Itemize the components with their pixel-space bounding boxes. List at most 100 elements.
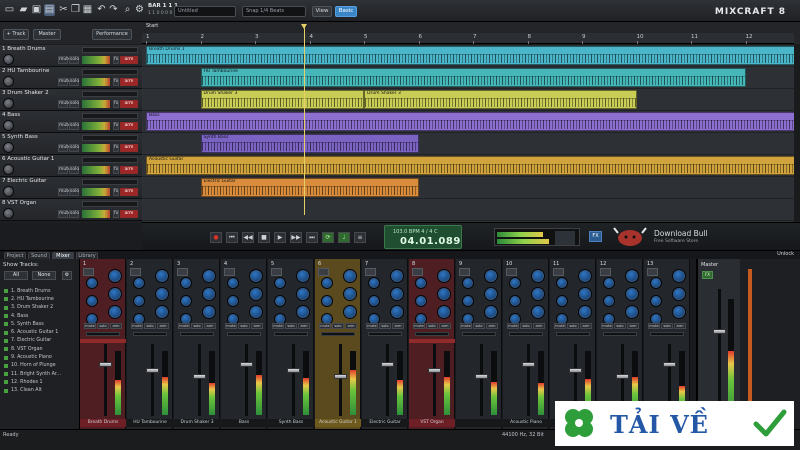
track-visible-checkbox[interactable] (4, 322, 8, 327)
strip-eq-knob[interactable] (437, 305, 451, 319)
strip-send-knob[interactable] (415, 277, 427, 289)
track-pan-knob[interactable] (3, 98, 14, 109)
strip-pan-slider[interactable] (462, 332, 496, 336)
show-track-item[interactable]: 12. Rhodes 1 (4, 378, 76, 386)
strip-eq-knob[interactable] (625, 305, 639, 319)
track-volume-slider[interactable] (82, 179, 138, 185)
track-visible-checkbox[interactable] (4, 380, 8, 385)
strip-eq-knob[interactable] (202, 269, 216, 283)
cut-icon[interactable]: ✂ (58, 4, 69, 16)
strip-fx-slot[interactable] (412, 268, 423, 276)
strip-send-knob[interactable] (509, 295, 521, 307)
fx-button[interactable]: fx (113, 210, 119, 218)
rewind-start-button[interactable]: ⏮ (226, 232, 238, 243)
strip-eq-knob[interactable] (390, 305, 404, 319)
strip-pan-slider[interactable] (650, 332, 684, 336)
show-track-item[interactable]: 3. Drum Shaker 2 (4, 304, 76, 312)
strip-send-knob[interactable] (274, 277, 286, 289)
strip-send-knob[interactable] (274, 295, 286, 307)
track-visible-checkbox[interactable] (4, 297, 8, 302)
strip-eq-knob[interactable] (437, 287, 451, 301)
strip-solo-button[interactable]: solo (520, 323, 532, 329)
strip-fader-track[interactable] (381, 344, 394, 416)
strip-name[interactable]: Acoustic Piano (503, 419, 549, 427)
strip-arm-button[interactable]: arm (580, 323, 592, 329)
strip-eq-knob[interactable] (296, 287, 310, 301)
tuner-button[interactable]: ≡ (354, 232, 366, 243)
arm-button[interactable]: arm (120, 166, 138, 174)
strip-arm-button[interactable]: arm (110, 323, 122, 329)
strip-pan-slider[interactable] (274, 332, 308, 336)
strip-mute-button[interactable]: mute (366, 323, 378, 329)
strip-mute-button[interactable]: mute (554, 323, 566, 329)
strip-fx-slot[interactable] (600, 268, 611, 276)
strip-eq-knob[interactable] (578, 287, 592, 301)
strip-solo-button[interactable]: solo (285, 323, 297, 329)
strip-fader-handle[interactable] (287, 368, 300, 373)
track-name[interactable]: 1 Breath Drums (2, 46, 46, 52)
audio-clip[interactable]: Synth Bass (200, 134, 419, 153)
basic-button[interactable]: Basic (335, 6, 357, 17)
strip-solo-button[interactable]: solo (379, 323, 391, 329)
strip-solo-button[interactable]: solo (567, 323, 579, 329)
show-track-item[interactable]: 5. Synth Bass (4, 320, 76, 328)
track-pan-knob[interactable] (3, 208, 14, 219)
strip-mute-button[interactable]: mute (507, 323, 519, 329)
strip-pan-slider[interactable] (368, 332, 402, 336)
strip-eq-knob[interactable] (484, 287, 498, 301)
strip-fader-handle[interactable] (334, 374, 347, 379)
show-options-gear-icon[interactable]: ⚙ (62, 271, 72, 280)
arm-button[interactable]: arm (120, 122, 138, 130)
strip-arm-button[interactable]: arm (298, 323, 310, 329)
track-header[interactable]: 4 Bass mute solo fx arm (0, 111, 142, 133)
strip-eq-knob[interactable] (531, 305, 545, 319)
strip-send-knob[interactable] (415, 295, 427, 307)
solo-button[interactable]: solo (69, 210, 79, 218)
strip-eq-knob[interactable] (108, 287, 122, 301)
strip-name[interactable]: Breath Drums (80, 419, 126, 427)
strip-mute-button[interactable]: mute (178, 323, 190, 329)
strip-pan-slider[interactable] (133, 332, 167, 336)
strip-pan-slider[interactable] (603, 332, 637, 336)
track-lane[interactable]: Bass (142, 111, 800, 133)
strip-eq-knob[interactable] (578, 269, 592, 283)
strip-solo-button[interactable]: solo (191, 323, 203, 329)
audio-clip[interactable]: HU Tambourine (200, 68, 746, 87)
rewind-button[interactable]: ◀◀ (242, 232, 254, 243)
track-volume-slider[interactable] (82, 47, 138, 53)
strip-eq-knob[interactable] (249, 305, 263, 319)
strip-fader-handle[interactable] (616, 374, 629, 379)
strip-send-knob[interactable] (462, 277, 474, 289)
solo-button[interactable]: solo (69, 56, 79, 64)
project-combo[interactable]: Untitled (174, 6, 236, 17)
solo-button[interactable]: solo (69, 78, 79, 86)
fx-button[interactable]: fx (113, 122, 119, 130)
track-pan-knob[interactable] (3, 142, 14, 153)
redo-icon[interactable]: ↷ (108, 4, 119, 16)
strip-mute-button[interactable]: mute (131, 323, 143, 329)
track-volume-slider[interactable] (82, 113, 138, 119)
strip-send-knob[interactable] (321, 295, 333, 307)
track-visible-checkbox[interactable] (4, 355, 8, 360)
strip-arm-button[interactable]: arm (486, 323, 498, 329)
strip-fx-slot[interactable] (318, 268, 329, 276)
record-button[interactable]: ● (210, 232, 222, 243)
strip-fader-handle[interactable] (99, 362, 112, 367)
strip-send-knob[interactable] (556, 277, 568, 289)
strip-name[interactable]: HU Tambourine (127, 419, 173, 427)
master-button[interactable]: Master (33, 29, 61, 40)
strip-eq-knob[interactable] (296, 269, 310, 283)
strip-send-knob[interactable] (368, 277, 380, 289)
track-header[interactable]: 2 HU Tambourine mute solo fx arm (0, 67, 142, 89)
fx-button[interactable]: fx (113, 144, 119, 152)
strip-fx-slot[interactable] (130, 268, 141, 276)
strip-eq-knob[interactable] (296, 305, 310, 319)
master-fx-toggle[interactable]: FX (702, 271, 713, 279)
track-name[interactable]: 2 HU Tambourine (2, 68, 49, 74)
strip-name[interactable]: Acoustic Guitar 1 (315, 419, 361, 427)
strip-eq-knob[interactable] (343, 305, 357, 319)
track-name[interactable]: 4 Bass (2, 112, 20, 118)
show-track-item[interactable]: 1. Breath Drums (4, 287, 76, 295)
strip-eq-knob[interactable] (437, 269, 451, 283)
strip-solo-button[interactable]: solo (426, 323, 438, 329)
